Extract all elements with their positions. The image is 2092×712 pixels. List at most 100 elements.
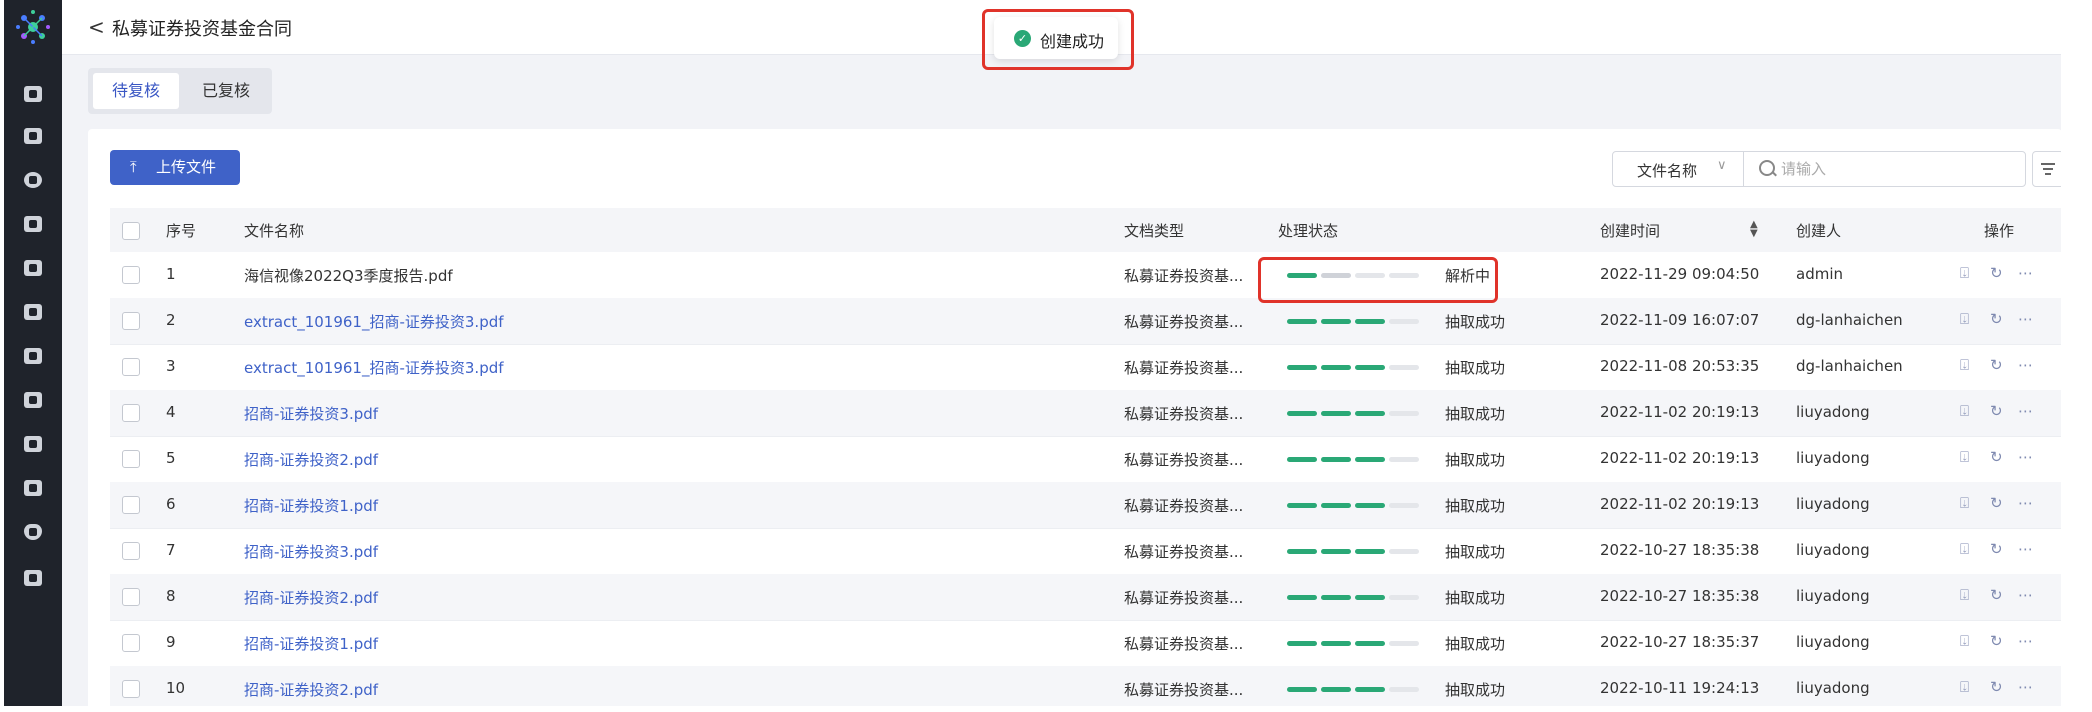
col-status: 处理状态: [1278, 222, 1339, 240]
creator: liuyadong: [1796, 403, 1870, 421]
download-icon[interactable]: ⍗: [1960, 356, 1969, 374]
table-row[interactable]: 6 招商-证券投资1.pdf 私募证券投资基... 抽取成功 2022-11-02 20…: [110, 482, 2061, 529]
more-icon[interactable]: ⋯: [2018, 448, 2033, 466]
doc-type: 私募证券投资基...: [1124, 267, 1244, 285]
nav-table-icon[interactable]: [24, 480, 42, 496]
more-icon[interactable]: ⋯: [2018, 310, 2033, 328]
row-actions: ⍗ ↻ ⋯: [1960, 540, 2060, 560]
nav-shield-icon[interactable]: [24, 524, 42, 540]
row-checkbox[interactable]: [122, 496, 140, 514]
upload-file-button[interactable]: ⤒ 上传文件: [110, 150, 240, 185]
row-checkbox[interactable]: [122, 358, 140, 376]
table-row[interactable]: 10 招商-证券投资2.pdf 私募证券投资基... 抽取成功 2022-10-11 1…: [110, 666, 2061, 706]
nav-book-icon[interactable]: [24, 436, 42, 452]
refresh-icon[interactable]: ↻: [1990, 356, 2003, 374]
filter-button[interactable]: [2032, 151, 2061, 187]
app-logo[interactable]: [12, 6, 54, 48]
tab-pending-review[interactable]: 待复核: [93, 73, 179, 109]
download-icon[interactable]: ⍗: [1960, 402, 1969, 420]
refresh-icon[interactable]: ↻: [1990, 632, 2003, 650]
row-checkbox[interactable]: [122, 312, 140, 330]
download-icon[interactable]: ⍗: [1960, 540, 1969, 558]
more-icon[interactable]: ⋯: [2018, 264, 2033, 282]
more-icon[interactable]: ⋯: [2018, 678, 2033, 696]
filter-icon: [2041, 163, 2055, 165]
row-checkbox[interactable]: [122, 588, 140, 606]
table-row[interactable]: 7 招商-证券投资3.pdf 私募证券投资基... 抽取成功 2022-10-27 18…: [110, 528, 2061, 575]
nav-settings-icon[interactable]: [24, 570, 42, 586]
table-row[interactable]: 9 招商-证券投资1.pdf 私募证券投资基... 抽取成功 2022-10-27 18…: [110, 620, 2061, 667]
file-name-link[interactable]: extract_101961_招商-证券投资3.pdf: [244, 311, 504, 332]
search-field-value: 文件名称: [1637, 162, 1698, 180]
status-text: 抽取成功: [1445, 635, 1506, 653]
file-name-link[interactable]: 招商-证券投资3.pdf: [244, 403, 378, 424]
select-all-checkbox[interactable]: [122, 222, 140, 240]
file-name-link[interactable]: 招商-证券投资2.pdf: [244, 679, 378, 700]
download-icon[interactable]: ⍗: [1960, 494, 1969, 512]
table-row[interactable]: 5 招商-证券投资2.pdf 私募证券投资基... 抽取成功 2022-11-02 20…: [110, 436, 2061, 483]
progress-segment: [1287, 411, 1317, 416]
download-icon[interactable]: ⍗: [1960, 310, 1969, 328]
refresh-icon[interactable]: ↻: [1990, 310, 2003, 328]
status-text: 抽取成功: [1445, 451, 1506, 469]
search-field-select[interactable]: 文件名称 ∨: [1613, 152, 1744, 186]
file-name-link[interactable]: 招商-证券投资1.pdf: [244, 495, 378, 516]
row-checkbox[interactable]: [122, 680, 140, 698]
file-name-link[interactable]: 招商-证券投资3.pdf: [244, 541, 378, 562]
row-checkbox[interactable]: [122, 542, 140, 560]
table-header: 序号 文件名称 文档类型 处理状态 创建时间 ▲ ▼ 创建人 操作: [110, 208, 2061, 252]
file-name-link[interactable]: 招商-证券投资2.pdf: [244, 449, 378, 470]
progress-segment: [1287, 365, 1317, 370]
search-input[interactable]: [1779, 156, 2013, 182]
row-checkbox[interactable]: [122, 404, 140, 422]
table-row[interactable]: 4 招商-证券投资3.pdf 私募证券投资基... 抽取成功 2022-11-02 20…: [110, 390, 2061, 437]
tab-reviewed[interactable]: 已复核: [184, 73, 268, 109]
more-icon[interactable]: ⋯: [2018, 356, 2033, 374]
refresh-icon[interactable]: ↻: [1990, 494, 2003, 512]
back-arrow-icon[interactable]: <: [88, 16, 105, 38]
nav-text-icon[interactable]: [24, 260, 42, 276]
refresh-icon[interactable]: ↻: [1990, 678, 2003, 696]
refresh-icon[interactable]: ↻: [1990, 264, 2003, 282]
download-icon[interactable]: ⍗: [1960, 632, 1969, 650]
nav-file-icon[interactable]: [24, 128, 42, 144]
nav-edit-icon[interactable]: [24, 348, 42, 364]
refresh-icon[interactable]: ↻: [1990, 448, 2003, 466]
file-name-link[interactable]: 招商-证券投资2.pdf: [244, 587, 378, 608]
download-icon[interactable]: ⍗: [1960, 264, 1969, 282]
doc-type: 私募证券投资基...: [1124, 497, 1244, 515]
nav-translate-icon[interactable]: [24, 392, 42, 408]
refresh-icon[interactable]: ↻: [1990, 540, 2003, 558]
download-icon[interactable]: ⍗: [1960, 448, 1969, 466]
row-actions: ⍗ ↻ ⋯: [1960, 310, 2060, 330]
more-icon[interactable]: ⋯: [2018, 632, 2033, 650]
created-time: 2022-10-27 18:35:38: [1600, 587, 1760, 605]
download-icon[interactable]: ⍗: [1960, 586, 1969, 604]
download-icon[interactable]: ⍗: [1960, 678, 1969, 696]
refresh-icon[interactable]: ↻: [1990, 402, 2003, 420]
table-row[interactable]: 1 海信视像2022Q3季度报告.pdf 私募证券投资基... 解析中 2022-11-…: [110, 252, 2061, 299]
table-row[interactable]: 8 招商-证券投资2.pdf 私募证券投资基... 抽取成功 2022-10-27 18…: [110, 574, 2061, 621]
file-name-link[interactable]: 招商-证券投资1.pdf: [244, 633, 378, 654]
progress-segment: [1287, 319, 1317, 324]
progress-segment: [1321, 503, 1351, 508]
more-icon[interactable]: ⋯: [2018, 540, 2033, 558]
file-name-link[interactable]: extract_101961_招商-证券投资3.pdf: [244, 357, 504, 378]
creator: liuyadong: [1796, 449, 1870, 467]
row-checkbox[interactable]: [122, 266, 140, 284]
row-checkbox[interactable]: [122, 450, 140, 468]
sort-icon[interactable]: ▲ ▼: [1750, 220, 1758, 239]
refresh-icon[interactable]: ↻: [1990, 586, 2003, 604]
more-icon[interactable]: ⋯: [2018, 402, 2033, 420]
nav-folder-icon[interactable]: [24, 304, 42, 320]
row-checkbox[interactable]: [122, 634, 140, 652]
progress-segment: [1321, 641, 1351, 646]
nav-review-icon[interactable]: [24, 216, 42, 232]
nav-document-icon[interactable]: [24, 86, 42, 102]
page-title: 私募证券投资基金合同: [112, 19, 292, 40]
table-row[interactable]: 3 extract_101961_招商-证券投资3.pdf 私募证券投资基... 抽取…: [110, 344, 2061, 391]
more-icon[interactable]: ⋯: [2018, 494, 2033, 512]
table-row[interactable]: 2 extract_101961_招商-证券投资3.pdf 私募证券投资基... 抽取…: [110, 298, 2061, 345]
more-icon[interactable]: ⋯: [2018, 586, 2033, 604]
nav-globe-icon[interactable]: [24, 172, 42, 188]
